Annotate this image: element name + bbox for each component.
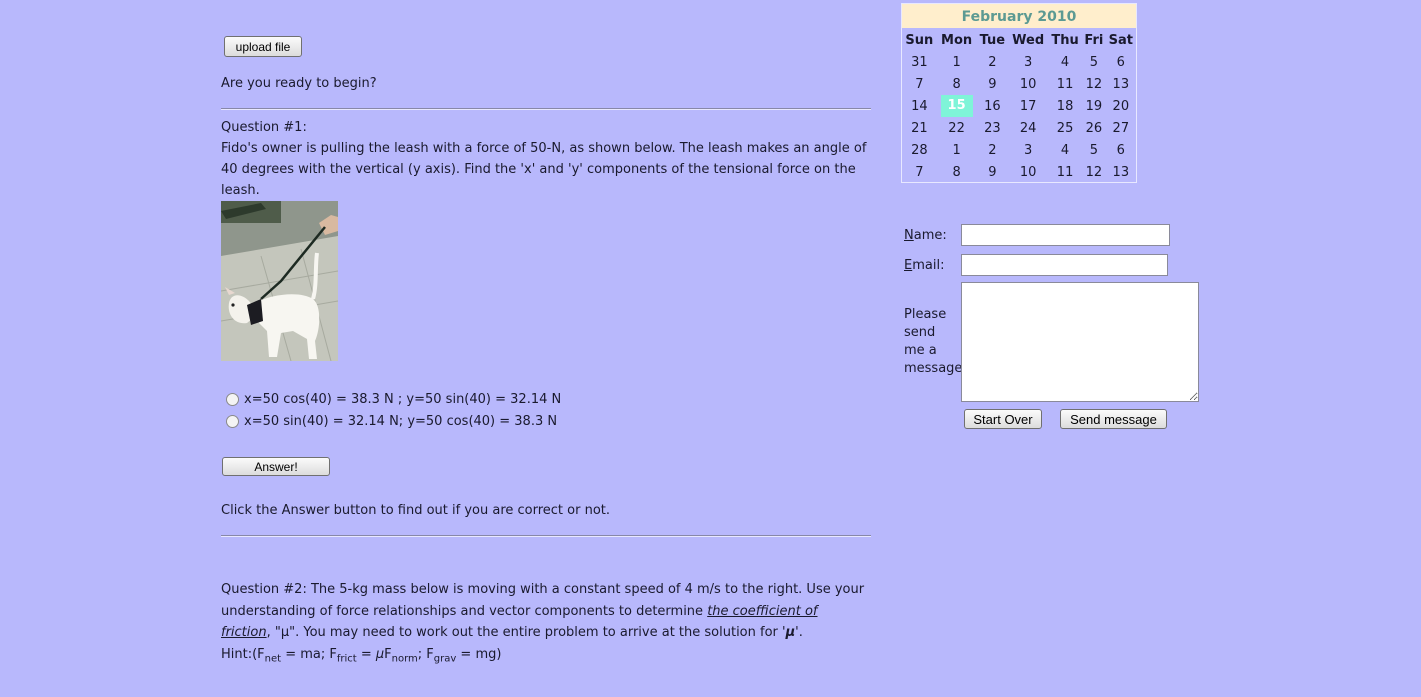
- calendar-day[interactable]: 21: [902, 117, 937, 139]
- calendar-week: 28 1 2 3 4 5 6: [902, 139, 1136, 161]
- hint-text: Hint:(Fnet = ma; Ffrict = µFnorm; Fgrav …: [221, 646, 502, 665]
- name-input[interactable]: [961, 224, 1170, 246]
- calendar-day[interactable]: 25: [1048, 117, 1082, 139]
- email-label: Email:: [904, 258, 945, 273]
- calendar-week: 31 1 2 3 4 5 6: [902, 51, 1136, 73]
- calendar-day[interactable]: 9: [976, 161, 1008, 183]
- calendar-day[interactable]: 26: [1082, 117, 1106, 139]
- option-2-radio[interactable]: [226, 414, 239, 428]
- question-2-body-end: , "µ". You may need to work out the enti…: [266, 625, 786, 640]
- calendar-day[interactable]: 13: [1106, 161, 1136, 183]
- calendar-day-header: Mon: [941, 32, 973, 48]
- calendar-day[interactable]: 9: [976, 73, 1008, 95]
- calendar-day[interactable]: 27: [1106, 117, 1136, 139]
- calendar-day[interactable]: 23: [976, 117, 1008, 139]
- calendar-day[interactable]: 19: [1082, 95, 1106, 117]
- calendar-day-today[interactable]: 15: [937, 95, 977, 117]
- calendar-week: 21 22 23 24 25 26 27: [902, 117, 1136, 139]
- send-message-button[interactable]: Send message: [1060, 409, 1167, 429]
- message-textarea[interactable]: [961, 282, 1199, 402]
- calendar-day[interactable]: 3: [1008, 51, 1048, 73]
- calendar-day[interactable]: 12: [1082, 161, 1106, 183]
- calendar-day-header: Tue: [979, 32, 1006, 48]
- answer-feedback-text: Click the Answer button to find out if y…: [221, 503, 611, 518]
- calendar-day[interactable]: 6: [1106, 139, 1136, 161]
- option-2-label: x=50 sin(40) = 32.14 N; y=50 cos(40) = 3…: [244, 413, 558, 429]
- quote-end: '.: [795, 625, 803, 640]
- calendar-day[interactable]: 17: [1008, 95, 1048, 117]
- option-2[interactable]: x=50 sin(40) = 32.14 N; y=50 cos(40) = 3…: [226, 413, 557, 429]
- calendar-day[interactable]: 2: [976, 51, 1008, 73]
- upload-file-button[interactable]: upload file: [224, 36, 302, 57]
- calendar: February 2010 Sun Mon Tue Wed Thu Fri Sat 31 1 2…: [901, 3, 1137, 183]
- calendar-day[interactable]: 8: [937, 161, 977, 183]
- message-label: Please send me a message: [904, 307, 963, 376]
- divider: [221, 108, 871, 110]
- calendar-week: 7 8 9 10 11 12 13: [902, 161, 1136, 183]
- question-1-title: Question #1:: [221, 120, 307, 135]
- calendar-day[interactable]: 18: [1048, 95, 1082, 117]
- calendar-day[interactable]: 12: [1082, 73, 1106, 95]
- calendar-day[interactable]: 14: [902, 95, 937, 117]
- calendar-day[interactable]: 3: [1008, 139, 1048, 161]
- calendar-day[interactable]: 16: [976, 95, 1008, 117]
- option-1-radio[interactable]: [226, 392, 239, 406]
- calendar-day[interactable]: 5: [1082, 51, 1106, 73]
- calendar-day[interactable]: 10: [1008, 73, 1048, 95]
- calendar-day[interactable]: 11: [1048, 73, 1082, 95]
- calendar-day[interactable]: 10: [1008, 161, 1048, 183]
- calendar-day-header: Wed: [1012, 32, 1045, 48]
- intro-text: Are you ready to begin?: [221, 76, 377, 91]
- calendar-day[interactable]: 24: [1008, 117, 1048, 139]
- calendar-day[interactable]: 2: [976, 139, 1008, 161]
- calendar-day-header: Thu: [1051, 32, 1079, 48]
- dog-leash-photo: [221, 201, 338, 361]
- calendar-day[interactable]: 1: [937, 139, 977, 161]
- calendar-day[interactable]: 11: [1048, 161, 1082, 183]
- calendar-title: February 2010: [902, 4, 1136, 28]
- question-1-body: Fido's owner is pulling the leash with a…: [221, 141, 867, 198]
- calendar-day[interactable]: 7: [902, 161, 937, 183]
- calendar-day[interactable]: 4: [1048, 51, 1082, 73]
- mu-symbol: µ: [785, 625, 796, 640]
- calendar-day[interactable]: 22: [937, 117, 977, 139]
- name-label: Name:: [904, 228, 947, 243]
- calendar-day[interactable]: 7: [902, 73, 937, 95]
- start-over-button[interactable]: Start Over: [964, 409, 1042, 429]
- calendar-day[interactable]: 6: [1106, 51, 1136, 73]
- email-input[interactable]: [961, 254, 1168, 276]
- option-1[interactable]: x=50 cos(40) = 38.3 N ; y=50 sin(40) = 3…: [226, 391, 561, 407]
- option-1-label: x=50 cos(40) = 38.3 N ; y=50 sin(40) = 3…: [244, 391, 562, 407]
- calendar-day[interactable]: 5: [1082, 139, 1106, 161]
- calendar-day[interactable]: 1: [937, 51, 977, 73]
- calendar-day[interactable]: 13: [1106, 73, 1136, 95]
- divider: [221, 535, 871, 537]
- calendar-grid: Sun Mon Tue Wed Thu Fri Sat 31 1 2 3 4 5 6 7 8 9 10 11 12 1…: [902, 29, 1136, 183]
- calendar-week: 7 8 9 10 11 12 13: [902, 73, 1136, 95]
- dog-leash-illustration: [221, 201, 338, 361]
- calendar-day[interactable]: 20: [1106, 95, 1136, 117]
- calendar-day[interactable]: 4: [1048, 139, 1082, 161]
- calendar-week: 14 15 16 17 18 19 20: [902, 95, 1136, 117]
- calendar-day[interactable]: 28: [902, 139, 937, 161]
- question-2-text: Question #2: The 5-kg mass below is movi…: [221, 579, 871, 670]
- calendar-day-header: Sat: [1108, 32, 1133, 48]
- calendar-day-header: Sun: [905, 32, 934, 48]
- calendar-day[interactable]: 31: [902, 51, 937, 73]
- calendar-day-header: Fri: [1084, 32, 1104, 48]
- answer-button[interactable]: Answer!: [222, 457, 330, 476]
- calendar-day[interactable]: 8: [937, 73, 977, 95]
